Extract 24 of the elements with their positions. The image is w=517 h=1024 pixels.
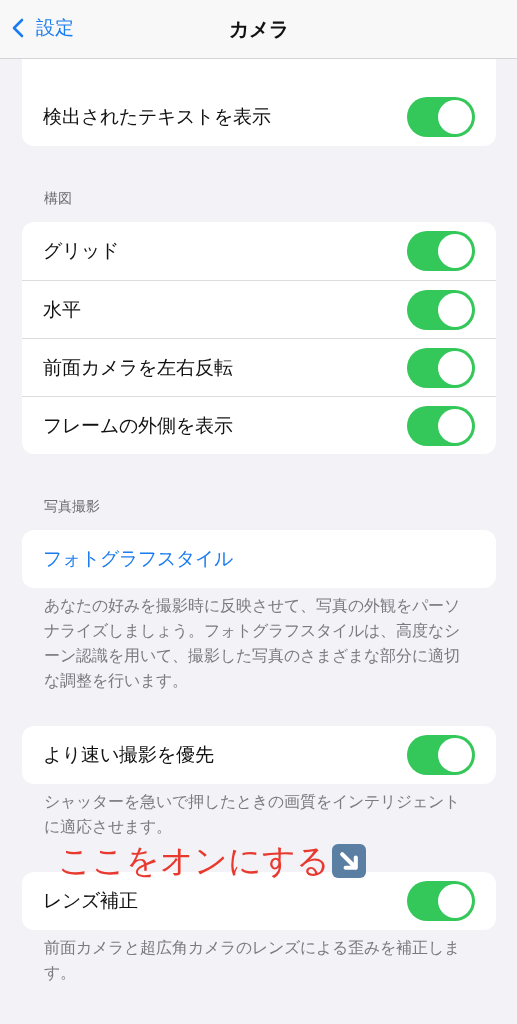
toggle-switch[interactable] xyxy=(407,405,475,446)
setting-label: より速い撮影を優先 xyxy=(43,742,214,767)
toggle-switch[interactable] xyxy=(407,735,475,775)
setting-label: グリッド xyxy=(43,238,119,263)
section-header: 構図 xyxy=(43,190,73,208)
setting-label: 前面カメラを左右反転 xyxy=(43,354,233,380)
section-footer: あなたの好みを撮影時に反映させて、写真の外観をパーソナライズしましょう。フォトグラフスタイルは、高度なシーン認識を用いて、撮影した写真のさまざまな部分に適切な調整を行います。 xyxy=(22,588,464,693)
setting-label: 検出されたテキストを表示 xyxy=(43,104,271,129)
setting-label: レンズ補正 xyxy=(43,888,138,913)
setting-link[interactable]: フォトグラフスタイル xyxy=(43,546,233,572)
toggle-switch[interactable] xyxy=(407,289,475,330)
toggle-switch[interactable] xyxy=(407,231,475,271)
section-header: 写真撮影 xyxy=(43,498,101,516)
back-button[interactable]: 設定 xyxy=(10,13,76,43)
setting-label: 水平 xyxy=(43,296,81,322)
screen-title: カメラ xyxy=(228,15,289,43)
section-footer: 前面カメラと超広角カメラのレンズによる歪みを補正します。 xyxy=(22,930,464,985)
setting-label: フレームの外側を表示 xyxy=(43,412,233,438)
annotation-text: ここをオンにする xyxy=(58,844,366,878)
chevron-icon xyxy=(12,18,24,38)
toggle-switch[interactable] xyxy=(407,347,475,388)
toggle-switch[interactable] xyxy=(407,97,475,137)
toggle-switch[interactable] xyxy=(407,881,475,921)
section-footer: シャッターを急いで押したときの画質をインテリジェントに適応させます。 xyxy=(22,784,464,839)
